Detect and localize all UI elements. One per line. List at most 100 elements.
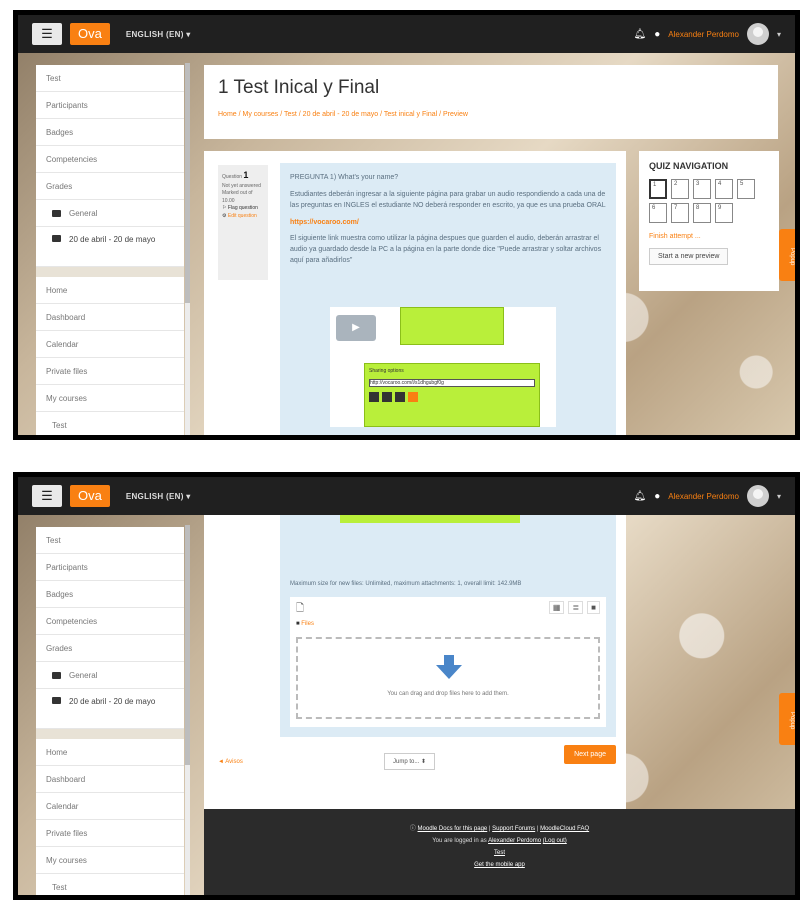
moodle-window: ☰ Ova ENGLISH (EN) ▾ 🔔︎ ● Alexander Perd… [18,477,795,895]
site-brand[interactable]: Ova [70,23,110,45]
chevron-down-icon[interactable]: ▾ [777,492,781,501]
sidebar-item-dashboard[interactable]: Dashboard [36,304,184,331]
sidebar-item-competencies[interactable]: Competencies [36,146,184,173]
next-page-button[interactable]: Next page [564,745,616,764]
user-name[interactable]: Alexander Perdomo [668,30,739,39]
sidebar-item-private-files[interactable]: Private files [36,820,184,847]
avatar[interactable] [746,485,769,507]
sidebar-item-home[interactable]: Home [36,277,184,304]
sidebar-item-general[interactable]: General [36,662,184,689]
previous-activity-link[interactable]: ◄ Avisos [218,759,243,765]
moodlecloud-faq-link[interactable]: MoodleCloud FAQ [540,826,589,832]
file-picker: 🗋 ▦ ≣ ■ ■ Files You can drag and drop fi… [290,597,606,727]
question-number: 1 [243,170,249,180]
sidebar-item-participants[interactable]: Participants [36,92,184,119]
tree-view-icon[interactable]: ■ [587,601,600,614]
language-menu[interactable]: ENGLISH (EN) ▾ [126,492,191,501]
sidebar-item-test[interactable]: Test [36,65,184,92]
bell-icon[interactable]: 🔔︎ [634,491,647,502]
add-file-icon[interactable]: 🗋 [296,601,304,618]
bell-icon[interactable]: 🔔︎ [634,29,647,40]
popup-tab[interactable]: Popup [779,229,795,281]
footer-links: ⓘ Moodle Docs for this page | Support Fo… [409,826,590,832]
quiz-nav-button[interactable]: 3 [693,179,711,199]
sidebar-item-section[interactable]: 20 de abril - 20 de mayo [36,227,184,267]
sidebar-item-my-courses[interactable]: My courses [36,385,184,412]
navbar: ☰ Ova ENGLISH (EN) ▾ 🔔︎ ● Alexander Perd… [18,15,795,53]
breadcrumb[interactable]: Home / My courses / Test / 20 de abril -… [218,111,764,118]
quiz-nav-button[interactable]: 1 [649,179,667,199]
list-view-icon[interactable]: ≣ [568,601,584,614]
share-icon [408,391,418,402]
moodle-docs-link[interactable]: Moodle Docs for this page [418,826,488,832]
logout-link[interactable]: (Log out) [543,838,567,844]
quiz-nav-button[interactable]: 6 [649,203,667,223]
facebook-icon [382,391,392,402]
support-forums-link[interactable]: Support Forums [492,826,535,832]
drop-zone-text: You can drag and drop files here to add … [387,691,509,697]
flag-question[interactable]: ⚐ Flag question [222,205,264,213]
jump-to-select[interactable]: Jump to... ⬍ [384,753,436,770]
vocaroo-link[interactable]: https://vocaroo.com/ [290,218,606,229]
sidebar-item-calendar[interactable]: Calendar [36,793,184,820]
mobile-app-link[interactable]: Get the mobile app [474,862,525,868]
quiz-nav-button[interactable]: 9 [715,203,733,223]
file-drop-zone[interactable]: You can drag and drop files here to add … [296,637,600,719]
play-icon[interactable]: ▶ [336,315,376,341]
quiz-nav-button[interactable]: 5 [737,179,755,199]
sidebar-item-general[interactable]: General [36,200,184,227]
sidebar-item-badges[interactable]: Badges [36,119,184,146]
sidebar-item-course-test[interactable]: Test [36,874,184,895]
sidebar-item-competencies[interactable]: Competencies [36,608,184,635]
sidebar-item-calendar[interactable]: Calendar [36,331,184,358]
quiz-nav-grid: 1 2 3 4 5 6 7 8 9 [649,179,769,223]
sidebar-item-my-courses[interactable]: My courses [36,847,184,874]
sidebar-scrollbar[interactable] [185,525,190,895]
sidebar-item-home[interactable]: Home [36,739,184,766]
scrollbar-thumb[interactable] [185,63,190,303]
tutorial-panel-sharing: Sharing options http://vocaroo.com/i/s1d… [364,363,540,427]
start-preview-button[interactable]: Start a new preview [649,248,729,265]
quiz-nav-button[interactable]: 4 [715,179,733,199]
sidebar-item-course-test[interactable]: Test [36,412,184,435]
tutorial-image: ▶ Sharing options http://vocaroo.com/i/s… [330,307,556,427]
grid-view-icon[interactable]: ▦ [548,601,565,614]
scrollbar-thumb[interactable] [185,525,190,765]
question-prompt: PREGUNTA 1) What's your name? [290,174,399,181]
share-icons [369,391,535,402]
sidebar-scrollbar[interactable] [185,63,190,435]
question-content: Maximum size for new files: Unlimited, m… [280,515,616,765]
chat-icon[interactable]: ● [654,491,660,502]
quiz-nav-button[interactable]: 2 [671,179,689,199]
sidebar-item-section[interactable]: 20 de abril - 20 de mayo [36,689,184,729]
site-brand[interactable]: Ova [70,485,110,507]
sidebar-item-grades[interactable]: Grades [36,173,184,200]
view-switcher: ▦ ≣ ■ [548,601,600,614]
sidebar: Test Participants Badges Competencies Gr… [36,65,184,435]
popup-tab[interactable]: Popup [779,693,795,745]
user-link[interactable]: Alexander Perdomo [488,838,541,844]
sidebar-item-participants[interactable]: Participants [36,554,184,581]
sidebar-item-private-files[interactable]: Private files [36,358,184,385]
screenshot-top: ☰ Ova ENGLISH (EN) ▾ 🔔︎ ● Alexander Perd… [13,10,800,440]
user-name[interactable]: Alexander Perdomo [668,492,739,501]
finish-attempt-link[interactable]: Finish attempt ... [649,233,769,240]
sidebar-item-dashboard[interactable]: Dashboard [36,766,184,793]
tutorial-image-edge [340,515,520,523]
hamburger-icon[interactable]: ☰ [32,485,62,507]
language-menu[interactable]: ENGLISH (EN) ▾ [126,30,191,39]
chevron-down-icon[interactable]: ▾ [777,30,781,39]
hamburger-icon[interactable]: ☰ [32,23,62,45]
sidebar-item-grades[interactable]: Grades [36,635,184,662]
sidebar-item-test[interactable]: Test [36,527,184,554]
edit-question[interactable]: ⚙ Edit question [222,213,264,221]
chat-icon[interactable]: ● [654,29,660,40]
edit-label: Edit question [227,212,257,219]
folder-icon: ■ [296,621,300,627]
quiz-nav-button[interactable]: 8 [693,203,711,223]
quiz-nav-button[interactable]: 7 [671,203,689,223]
file-path[interactable]: ■ Files [296,621,314,627]
course-link[interactable]: Test [494,850,505,856]
sidebar-item-badges[interactable]: Badges [36,581,184,608]
avatar[interactable] [746,23,769,45]
